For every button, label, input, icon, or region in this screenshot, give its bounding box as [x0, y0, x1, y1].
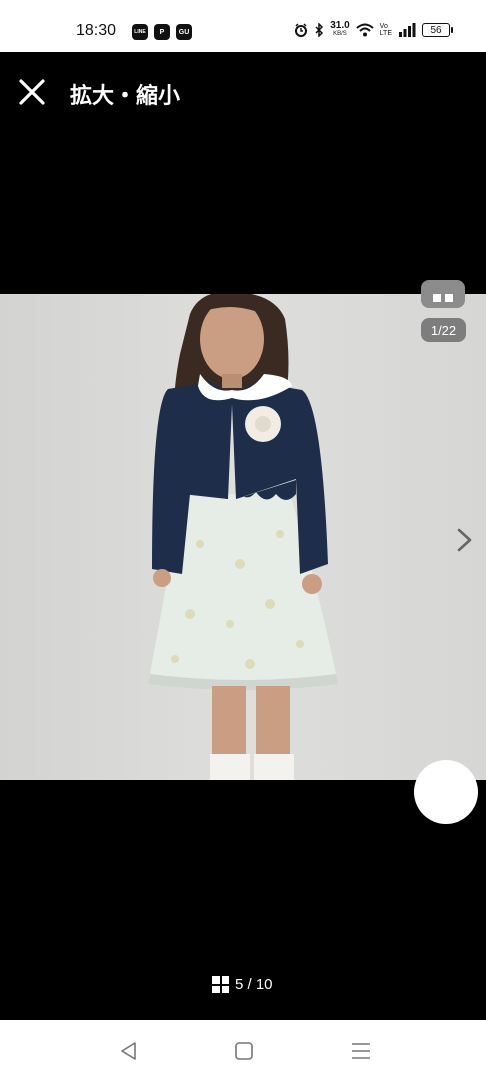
product-photo-illustration [0, 294, 486, 780]
nav-recents-button[interactable] [348, 1038, 374, 1064]
product-image[interactable] [0, 294, 486, 780]
viewer-title: 拡大・縮小 [70, 84, 181, 109]
paypay-app-icon: P [154, 24, 170, 40]
next-image-button[interactable] [452, 526, 478, 554]
bluetooth-icon [315, 23, 324, 37]
image-counter: 1/22 [421, 318, 466, 342]
close-button[interactable] [16, 76, 48, 108]
status-indicators: 31.0 KB/S Vo LTE 56 [294, 20, 453, 38]
chevron-right-icon [457, 528, 472, 552]
grid-icon [212, 976, 229, 993]
alarm-icon [295, 23, 308, 37]
system-nav-bar [0, 1020, 486, 1080]
net-speed: 31.0 KB/S [330, 20, 350, 38]
grid-icon-square [445, 294, 453, 302]
back-triangle-icon [121, 1042, 136, 1060]
gu-app-icon: GU [176, 24, 192, 40]
volte-top: Vo [379, 23, 388, 30]
viewer-header: 拡大・縮小 [0, 52, 486, 132]
page-indicator[interactable]: 5 / 10 [212, 976, 273, 993]
net-speed-value: 31.0 [330, 20, 350, 31]
battery-indicator: 56 [422, 23, 453, 37]
line-app-icon: LINE [132, 24, 148, 40]
status-bar: 18:30 LINE P GU 31.0 KB/S Vo LTE 56 [0, 0, 486, 52]
nav-home-button[interactable] [231, 1038, 257, 1064]
status-app-icons: LINE P GU [132, 24, 192, 40]
status-time: 18:30 [76, 22, 117, 39]
page-indicator-text: 5 / 10 [235, 976, 273, 993]
volte-bottom: LTE [379, 30, 392, 37]
favorite-button[interactable] [414, 760, 478, 824]
grid-icon-square [433, 294, 441, 302]
volte-indicator: Vo LTE [380, 23, 392, 37]
menu-lines-icon [352, 1043, 370, 1059]
nav-back-button[interactable] [116, 1038, 142, 1064]
home-square-icon [235, 1042, 253, 1060]
close-icon [19, 79, 45, 105]
thumbnail-toggle-button[interactable] [421, 280, 465, 308]
signal-icon [399, 23, 416, 37]
net-speed-unit: KB/S [333, 31, 347, 37]
wifi-icon [356, 23, 374, 37]
